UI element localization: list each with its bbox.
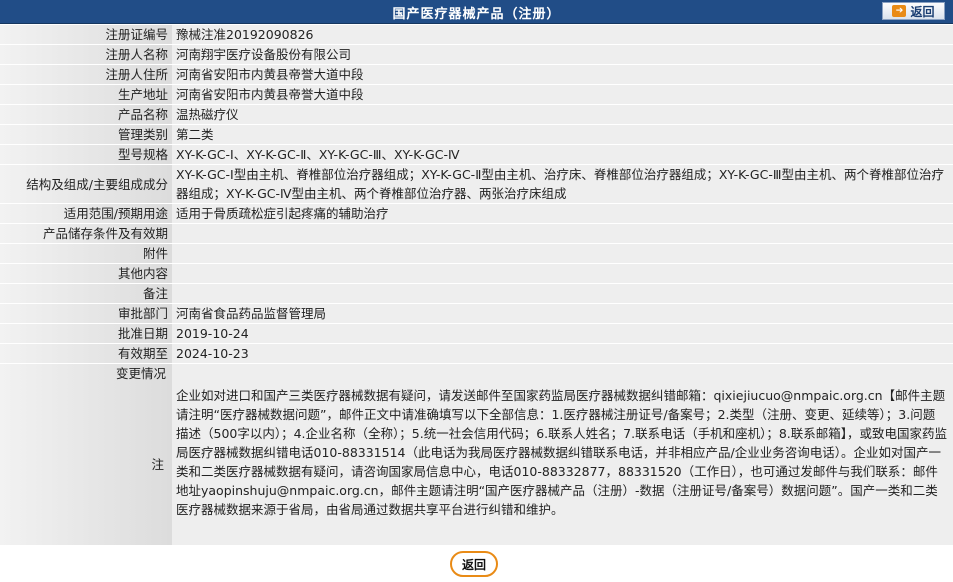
row-value: 温热磁疗仪 [172,105,953,124]
table-row: 备注 [0,284,953,303]
row-label: 产品名称 [0,105,172,124]
row-label: 适用范围/预期用途 [0,204,172,223]
row-value [172,244,953,263]
table-row: 注册人住所 河南省安阳市内黄县帝誉大道中段 [0,65,953,84]
table-row: 批准日期 2019-10-24 [0,324,953,343]
row-value: 2019-10-24 [172,324,953,343]
row-value: 河南省食品药品监督管理局 [172,304,953,323]
row-label: 备注 [0,284,172,303]
row-label: 批准日期 [0,324,172,343]
row-label: 其他内容 [0,264,172,283]
row-value: 适用于骨质疏松症引起疼痛的辅助治疗 [172,204,953,223]
row-label: 生产地址 [0,85,172,104]
row-label: 产品储存条件及有效期 [0,224,172,243]
row-value: 河南翔宇医疗设备股份有限公司 [172,45,953,64]
row-label: 管理类别 [0,125,172,144]
row-value [172,224,953,243]
table-row: 注册人名称 河南翔宇医疗设备股份有限公司 [0,45,953,64]
arrow-right-icon: ➔ [892,5,907,17]
page-title: 国产医疗器械产品（注册） [392,7,561,22]
table-row: 产品储存条件及有效期 [0,224,953,243]
row-label: 注册人名称 [0,45,172,64]
table-row: 管理类别 第二类 [0,125,953,144]
title-bar: 国产医疗器械产品（注册） ➔ 返回 [0,0,953,24]
note-row: 变更情况注企业如对进口和国产三类医疗器械数据有疑问，请发送邮件至国家药监局医疗器… [0,364,953,545]
row-value: XY-K-GC-Ⅰ型由主机、脊椎部位治疗器组成；XY-K-GC-Ⅱ型由主机、治疗… [172,165,953,203]
row-value: 2024-10-23 [172,344,953,363]
table-row: 型号规格 XY-K-GC-Ⅰ、XY-K-GC-Ⅱ、XY-K-GC-Ⅲ、XY-K-G… [0,145,953,164]
row-label: 审批部门 [0,304,172,323]
row-value: 河南省安阳市内黄县帝誉大道中段 [172,65,953,84]
row-value: 第二类 [172,125,953,144]
table-row: 产品名称 温热磁疗仪 [0,105,953,124]
page: 国产医疗器械产品（注册） ➔ 返回 注册证编号 豫械注准20192090826 注册… [0,0,953,582]
row-label: 结构及组成/主要组成成分 [0,165,172,203]
row-value: 河南省安阳市内黄县帝誉大道中段 [172,85,953,104]
back-button-label: 返回 [910,4,935,19]
table-row: 其他内容 [0,264,953,283]
back-button-bottom[interactable]: 返回 [450,551,498,577]
table-row: 有效期至 2024-10-23 [0,344,953,363]
row-value [172,284,953,303]
note-label-cell: 变更情况注 [0,364,172,545]
row-value [172,264,953,283]
row-label: 注册人住所 [0,65,172,84]
back-button-bottom-label: 返回 [461,557,486,572]
table-row: 生产地址 河南省安阳市内黄县帝誉大道中段 [0,85,953,104]
table-row: 附件 [0,244,953,263]
table-row: 适用范围/预期用途 适用于骨质疏松症引起疼痛的辅助治疗 [0,204,953,223]
row-label: 注册证编号 [0,25,172,44]
note-text: 企业如对进口和国产三类医疗器械数据有疑问，请发送邮件至国家药监局医疗器械数据纠错… [172,364,953,545]
row-label: 有效期至 [0,344,172,363]
row-value: 豫械注准20192090826 [172,25,953,44]
row-label: 型号规格 [0,145,172,164]
table-row: 结构及组成/主要组成成分 XY-K-GC-Ⅰ型由主机、脊椎部位治疗器组成；XY-K… [0,165,953,203]
back-button-top[interactable]: ➔ 返回 [882,2,945,20]
table-row: 注册证编号 豫械注准20192090826 [0,25,953,44]
change-label: 变更情况 [115,366,166,381]
table-row: 审批部门 河南省食品药品监督管理局 [0,304,953,323]
detail-rows: 注册证编号 豫械注准20192090826 注册人名称 河南翔宇医疗设备股份有限公司注… [0,25,953,545]
row-value: XY-K-GC-Ⅰ、XY-K-GC-Ⅱ、XY-K-GC-Ⅲ、XY-K-GC-Ⅳ [172,145,953,164]
detail-table: 注册证编号 豫械注准20192090826 注册人名称 河南翔宇医疗设备股份有限公司注… [0,24,953,546]
row-label: 附件 [0,244,172,263]
note-label: 注 [151,457,164,472]
